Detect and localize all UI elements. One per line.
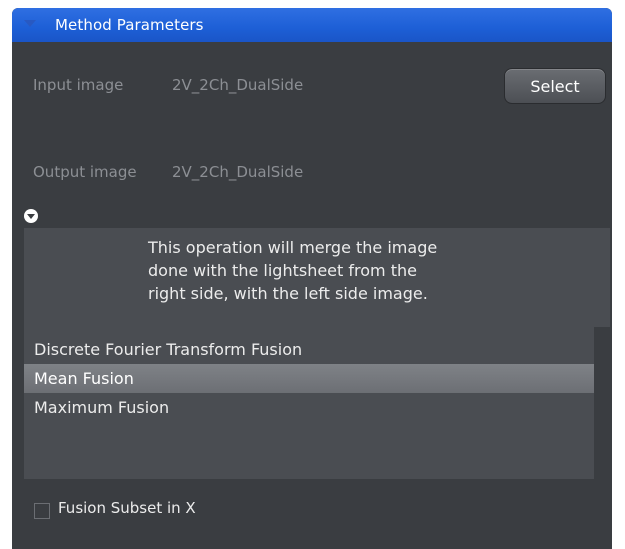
- method-parameters-panel: Method Parameters Input image 2V_2Ch_Dua…: [12, 8, 612, 549]
- select-button[interactable]: Select: [504, 68, 606, 104]
- description-line: done with the lightsheet from the: [148, 261, 417, 280]
- fusion-subset-label[interactable]: Fusion Subset in X: [58, 499, 196, 517]
- description-line: This operation will merge the image: [148, 238, 438, 257]
- description-box: This operation will merge the image done…: [24, 228, 610, 327]
- collapse-arrow-icon[interactable]: [24, 20, 36, 27]
- panel-title: Method Parameters: [55, 16, 204, 34]
- input-image-value: 2V_2Ch_DualSide: [172, 76, 304, 94]
- list-item-maximum-fusion[interactable]: Maximum Fusion: [24, 393, 594, 422]
- fusion-method-list[interactable]: Discrete Fourier Transform Fusion Mean F…: [24, 327, 594, 479]
- list-item-mean-fusion[interactable]: Mean Fusion: [24, 364, 594, 393]
- expand-toggle-icon[interactable]: [24, 209, 38, 223]
- output-image-value: 2V_2Ch_DualSide: [172, 163, 304, 181]
- description-text: This operation will merge the image done…: [148, 236, 508, 305]
- panel-header[interactable]: Method Parameters: [12, 8, 612, 42]
- list-item-dft-fusion[interactable]: Discrete Fourier Transform Fusion: [24, 335, 594, 364]
- fusion-subset-checkbox[interactable]: [34, 503, 50, 519]
- input-image-label: Input image: [33, 76, 124, 94]
- description-line: right side, with the left side image.: [148, 284, 428, 303]
- output-image-label: Output image: [33, 163, 137, 181]
